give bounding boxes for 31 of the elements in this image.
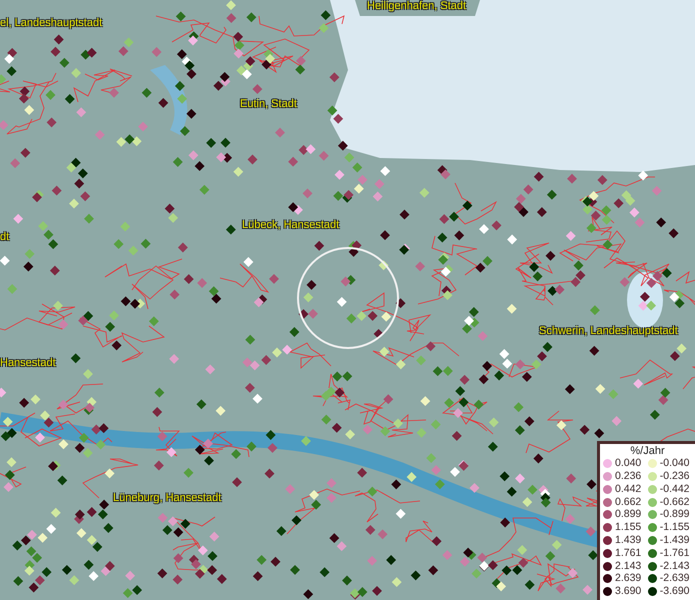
legend-label: -1.155 xyxy=(660,521,690,534)
legend-label: -1.761 xyxy=(660,546,690,560)
legend-label: 2.143 xyxy=(615,560,642,572)
legend-title: %/Jahr xyxy=(629,445,666,458)
legend-label: 1.761 xyxy=(615,546,642,560)
legend-label: 0.662 xyxy=(615,496,642,508)
place-label: dt xyxy=(0,231,10,244)
place-label: Schwerin, Landeshauptstadt xyxy=(539,325,678,338)
legend-label: -0.899 xyxy=(660,508,690,522)
legend-label: -2.143 xyxy=(660,560,690,572)
place-label: el, Landeshauptstadt xyxy=(0,17,102,30)
legend-label: 0.442 xyxy=(615,482,642,496)
legend-label: -0.236 xyxy=(660,470,690,483)
place-label: Lübeck, Hansestadt xyxy=(242,219,340,232)
legend-label: 2.639 xyxy=(615,572,642,586)
legend-label: -3.690 xyxy=(660,585,690,598)
legend-label: 1.439 xyxy=(615,534,642,547)
legend-label: 3.690 xyxy=(615,585,642,598)
place-label: Heiligenhafen, Stadt xyxy=(367,0,466,13)
legend-label: 0.899 xyxy=(615,508,642,522)
place-label: Hansestadt xyxy=(0,357,56,370)
place-label: Lüneburg, Hansestadt xyxy=(113,492,222,505)
legend-label: -2.639 xyxy=(660,572,690,586)
legend-label: 0.040 xyxy=(615,457,642,470)
legend-label: -0.442 xyxy=(660,482,690,496)
legend-label: -0.662 xyxy=(660,496,690,508)
legend-label: -1.439 xyxy=(660,534,690,547)
legend-label: 1.155 xyxy=(615,521,642,534)
place-label: Eutin, Stadt xyxy=(240,98,297,111)
legend-label: -0.040 xyxy=(660,457,690,470)
legend-label: 0.236 xyxy=(615,470,642,483)
